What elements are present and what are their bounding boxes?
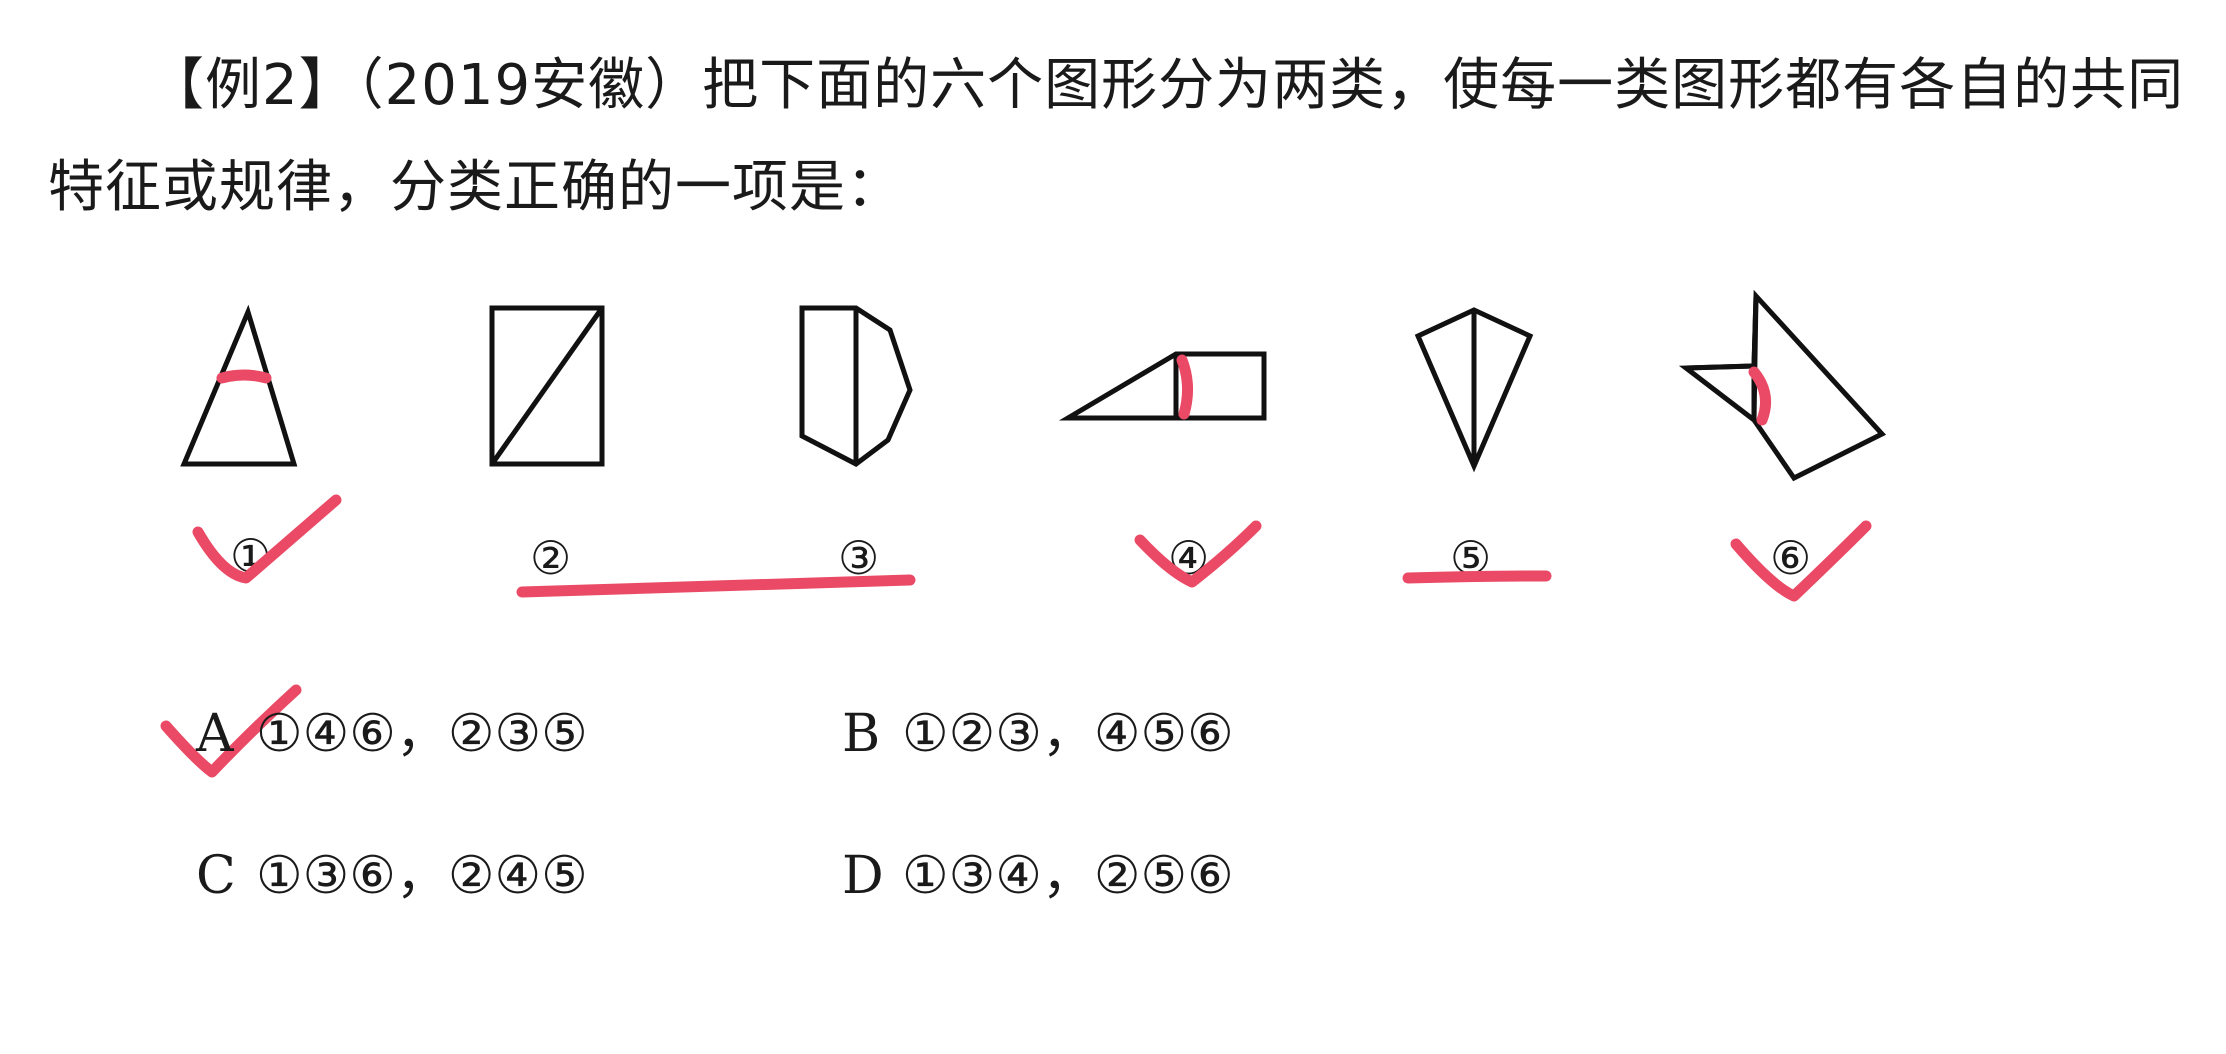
option-d-letter: D <box>842 846 884 906</box>
option-c-letter: C <box>196 846 236 906</box>
option-b-letter: B <box>842 704 881 764</box>
option-d-text: ①③④，②⑤⑥ <box>902 846 1234 906</box>
option-d[interactable]: D ①③④，②⑤⑥ <box>842 850 1234 902</box>
highlight-mark-figure-1 <box>216 369 272 384</box>
option-b-text: ①②③，④⑤⑥ <box>902 704 1234 764</box>
figure-2 <box>489 305 605 467</box>
option-a[interactable]: A ①④⑥，②③⑤ <box>196 708 588 760</box>
underline-figures-2-3 <box>516 574 916 598</box>
option-b[interactable]: B ①②③，④⑤⑥ <box>842 708 1234 760</box>
figure-3 <box>799 305 913 467</box>
option-a-text: ①④⑥，②③⑤ <box>256 704 588 764</box>
option-a-letter: A <box>196 704 234 764</box>
option-c-text: ①③⑥，②④⑤ <box>256 846 588 906</box>
underline-figure-5 <box>1402 570 1552 584</box>
figure-5 <box>1414 307 1534 473</box>
highlight-mark-figure-4 <box>1176 354 1193 420</box>
figure-2-label: ② <box>530 531 571 585</box>
figure-4 <box>1058 351 1267 421</box>
figure-1 <box>180 304 298 467</box>
option-c[interactable]: C ①③⑥，②④⑤ <box>196 850 588 902</box>
figure-6-label: ⑥ <box>1770 531 1811 585</box>
figure-6 <box>1678 289 1887 482</box>
